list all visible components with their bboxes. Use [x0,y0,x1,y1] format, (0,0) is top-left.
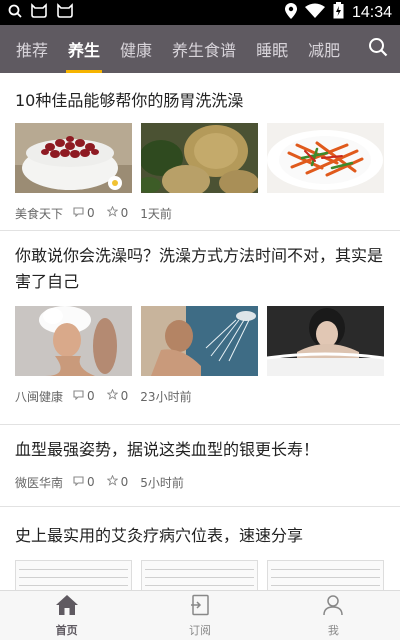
notification-cat-icon [56,3,74,22]
article-title[interactable]: 你敢说你会洗澡吗？洗澡方式方法时间不对，其实是害了自己 [15,243,385,295]
thumbnail-shower[interactable] [141,306,258,376]
category-tab-bar: 推荐 养生 健康 养生食谱 睡眠 减肥 [0,25,400,73]
thumbnail-acupoint-table[interactable] [15,560,132,590]
tab-health[interactable]: 健康 [110,25,162,73]
article-meta: 微医华南 0 0 5小时前 [15,472,385,492]
thumbnail-chestnut-paste[interactable] [141,123,258,193]
list-item[interactable]: 史上最实用的艾灸疗病穴位表，速速分享 [0,507,400,590]
thumbnail-acupoint-table[interactable] [267,560,384,590]
comment-icon [73,206,84,220]
subscribe-icon [189,594,211,620]
nav-me-label: 我 [327,623,339,637]
nav-home-label: 首页 [55,623,78,637]
article-source[interactable]: 微医华南 [15,474,63,491]
tab-wellness-recipes[interactable]: 养生食谱 [162,25,246,73]
list-item[interactable]: 10种佳品能够帮你的肠胃洗洗澡 美食天下 0 0 1天前 [0,73,400,231]
star-icon [106,388,119,403]
thumbnail-carrot-salad[interactable] [267,123,384,193]
comment-count: 0 [73,475,95,489]
like-count: 0 [106,205,128,220]
tab-sleep[interactable]: 睡眠 [246,25,298,73]
status-bar: 14:34 [0,0,400,25]
thumbnail-row [15,306,385,376]
home-icon [55,594,79,620]
search-icon [368,37,388,61]
thumbnail-acupoint-table[interactable] [141,560,258,590]
nav-subscribe-label: 订阅 [188,623,211,637]
nav-home[interactable]: 首页 [0,591,133,640]
article-time: 1天前 [140,206,172,221]
user-icon [322,594,344,620]
tab-wellness[interactable]: 养生 [58,25,110,73]
article-time: 23小时前 [140,389,192,404]
search-icon [8,3,22,22]
article-source[interactable]: 八闽健康 [15,388,63,405]
article-title[interactable]: 血型最强姿势，据说这类血型的银更长寿！ [15,437,385,463]
star-icon [106,474,119,489]
list-item[interactable]: 血型最强姿势，据说这类血型的银更长寿！ 微医华南 0 0 5小时前 [0,425,400,507]
tab-recommend[interactable]: 推荐 [6,25,58,73]
notification-cat-icon [30,3,48,22]
comment-icon [73,389,84,403]
comment-count: 0 [73,206,95,220]
comment-count: 0 [73,389,95,403]
article-title[interactable]: 史上最实用的艾灸疗病穴位表，速速分享 [15,523,385,549]
wifi-icon [304,3,325,22]
article-time: 5小时前 [140,475,184,490]
article-source[interactable]: 美食天下 [15,205,63,222]
nav-me[interactable]: 我 [267,591,400,640]
location-icon [284,2,297,23]
nav-subscribe[interactable]: 订阅 [133,591,266,640]
thumbnail-red-beans[interactable] [15,123,132,193]
bottom-nav: 首页 订阅 我 [0,590,400,640]
star-icon [106,205,119,220]
thumbnail-row [15,560,385,590]
list-item[interactable]: 你敢说你会洗澡吗？洗澡方式方法时间不对，其实是害了自己 八闽健康 0 0 23小… [0,231,400,425]
like-count: 0 [106,388,128,403]
thumbnail-row [15,123,385,193]
like-count: 0 [106,474,128,489]
article-title[interactable]: 10种佳品能够帮你的肠胃洗洗澡 [15,88,385,114]
search-button[interactable] [356,25,400,73]
tab-weight-loss[interactable]: 减肥 [298,25,350,73]
battery-charging-icon [333,2,344,23]
article-meta: 八闽健康 0 0 23小时前 [15,386,385,406]
clock: 14:34 [351,3,392,21]
thumbnail-bathtub[interactable] [267,306,384,376]
comment-icon [73,475,84,489]
article-meta: 美食天下 0 0 1天前 [15,203,385,223]
thumbnail-hair-wash[interactable] [15,306,132,376]
article-feed[interactable]: 10种佳品能够帮你的肠胃洗洗澡 美食天下 0 0 1天前 你敢说你会洗澡吗？洗澡… [0,73,400,590]
